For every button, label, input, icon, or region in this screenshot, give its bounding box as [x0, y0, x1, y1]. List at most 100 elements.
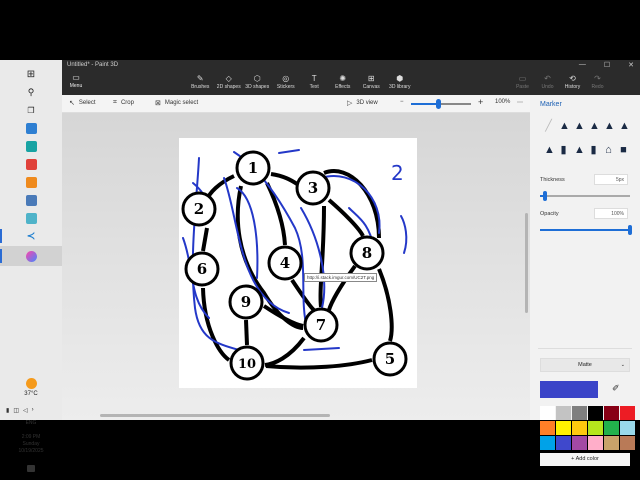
thickness-input[interactable]: 5px: [594, 174, 628, 185]
minimize-button[interactable]: —: [579, 61, 586, 69]
spray-can-icon[interactable]: ▲: [574, 143, 585, 157]
menu-button[interactable]: ▭ Menu: [66, 73, 86, 93]
tool-3d-library[interactable]: ⬢ 3D library: [386, 74, 415, 90]
palette-swatch[interactable]: [620, 421, 635, 435]
weather-widget[interactable]: 37°C: [0, 378, 62, 397]
tool-effects[interactable]: ✺ Effects: [329, 74, 358, 90]
3d-view-button[interactable]: ▷ 3D view: [347, 99, 378, 107]
oil-brush-icon[interactable]: ▲: [574, 119, 585, 133]
taskbar-app-vscode[interactable]: ≺: [0, 226, 62, 246]
square-brush-icon[interactable]: ■: [619, 143, 628, 157]
calligraphy-pen-icon[interactable]: ▲: [559, 119, 570, 133]
history-button[interactable]: ⟲ History: [560, 74, 585, 90]
taskbar-app-4[interactable]: [0, 172, 62, 192]
palette-swatch[interactable]: [588, 406, 603, 420]
paste-button[interactable]: ▭ Paste: [510, 74, 535, 90]
clock[interactable]: 2:09 PM Sunday 10/19/2025: [0, 434, 62, 455]
close-button[interactable]: ✕: [628, 61, 634, 69]
eyedropper-icon[interactable]: ✐: [612, 383, 620, 394]
taskbar-app-2[interactable]: [0, 136, 62, 156]
notification-icon[interactable]: [27, 465, 35, 472]
palette-swatch[interactable]: [620, 436, 635, 450]
network-icon[interactable]: ◫: [13, 407, 19, 414]
thickness-slider[interactable]: [540, 191, 630, 201]
more-icon[interactable]: ⋯: [517, 99, 523, 106]
zoom-slider[interactable]: [411, 99, 471, 109]
undo-button[interactable]: ↶ Undo: [535, 74, 560, 90]
palette-swatch[interactable]: [604, 421, 619, 435]
zoom-in-icon[interactable]: +: [478, 97, 483, 107]
title-bar: Untitled* - Paint 3D ▭ Menu ✎ Brushes ◇ 2D …: [62, 60, 640, 95]
palette-swatch[interactable]: [556, 406, 571, 420]
clock-time: 2:09 PM: [21, 434, 41, 440]
palette-swatch[interactable]: [540, 421, 555, 435]
palette-swatch[interactable]: [588, 421, 603, 435]
palette-swatch[interactable]: [604, 406, 619, 420]
crop-label: Crop: [120, 100, 134, 106]
history-toolbar: ▭ Paste ↶ Undo ⟲ History ↷ Redo: [510, 74, 610, 90]
magic-select-button[interactable]: ⊠ Magic select: [155, 99, 198, 107]
horizontal-scrollbar[interactable]: [100, 414, 330, 417]
palette-swatch[interactable]: [604, 436, 619, 450]
palette-swatch[interactable]: [540, 436, 555, 450]
select-button[interactable]: ↖ Select: [69, 99, 96, 107]
maximize-button[interactable]: ☐: [604, 61, 610, 69]
taskbar-app-5[interactable]: [0, 190, 62, 210]
fill-icon[interactable]: ⌂: [604, 143, 613, 157]
chevron-right-icon[interactable]: ›: [32, 407, 34, 414]
tool-3d-shapes[interactable]: ⬡ 3D shapes: [243, 74, 272, 90]
opacity-slider[interactable]: [540, 225, 632, 235]
watercolor-icon[interactable]: ▲: [589, 119, 600, 133]
vertical-scrollbar[interactable]: [525, 213, 528, 313]
tool-2d-shapes[interactable]: ◇ 2D shapes: [215, 74, 244, 90]
opacity-slider-thumb[interactable]: [628, 225, 632, 235]
zoom-slider-thumb[interactable]: [436, 99, 441, 109]
tool-text[interactable]: T Text: [300, 74, 329, 90]
pixel-pen-icon[interactable]: ▲: [604, 119, 615, 133]
battery-icon[interactable]: ▮: [6, 407, 9, 414]
tool-canvas[interactable]: ⊞ Canvas: [357, 74, 386, 90]
drawing-canvas[interactable]: 1 2 3 4 5 6 7 8 9 10 2 http://i.stack.imgur.com/UC…: [179, 138, 417, 388]
add-color-button[interactable]: + Add color: [540, 453, 630, 466]
search-button[interactable]: ⚲: [0, 82, 62, 102]
crop-button[interactable]: ⌗ Crop: [113, 99, 134, 107]
pencil-icon[interactable]: ▲: [619, 119, 630, 133]
taskbar-app-paint3d[interactable]: [0, 246, 62, 266]
window-controls: — ☐ ✕: [579, 61, 634, 69]
palette-swatch[interactable]: [572, 421, 587, 435]
handwritten-annotation: 2: [391, 161, 404, 185]
opacity-input[interactable]: 100%: [594, 208, 628, 219]
start-button[interactable]: ⊞: [0, 64, 62, 84]
zoom-out-icon[interactable]: −: [400, 99, 404, 105]
graph-node-label: 8: [362, 244, 372, 262]
color-palette: [540, 406, 635, 450]
running-indicator: [0, 229, 2, 243]
taskbar-app-6[interactable]: [0, 208, 62, 228]
taskbar-app-1[interactable]: [0, 118, 62, 138]
highlighter-icon[interactable]: ▮: [589, 143, 598, 157]
marker-brush-icon[interactable]: ╱: [544, 119, 553, 133]
palette-swatch[interactable]: [540, 406, 555, 420]
crayon-icon[interactable]: ▮: [559, 143, 568, 157]
palette-swatch[interactable]: [572, 436, 587, 450]
graph-edge: [377, 268, 394, 342]
2d-shapes-icon: ◇: [225, 74, 232, 83]
graph-edge: [262, 304, 304, 328]
finish-dropdown[interactable]: Matte ⌄: [540, 358, 630, 372]
current-color-swatch[interactable]: [540, 381, 598, 398]
palette-swatch[interactable]: [572, 406, 587, 420]
palette-swatch[interactable]: [556, 436, 571, 450]
palette-swatch[interactable]: [588, 436, 603, 450]
volume-icon[interactable]: ◁: [23, 407, 28, 414]
effects-icon: ✺: [339, 74, 347, 83]
eraser-icon[interactable]: ▲: [544, 143, 555, 157]
redo-button[interactable]: ↷ Redo: [585, 74, 610, 90]
language-indicator[interactable]: ENG: [0, 420, 62, 426]
thickness-slider-thumb[interactable]: [542, 191, 547, 201]
task-view-button[interactable]: ❐: [0, 100, 62, 120]
tool-brushes[interactable]: ✎ Brushes: [186, 74, 215, 90]
palette-swatch[interactable]: [620, 406, 635, 420]
taskbar-app-3[interactable]: [0, 154, 62, 174]
palette-swatch[interactable]: [556, 421, 571, 435]
tool-stickers[interactable]: ◎ Stickers: [272, 74, 301, 90]
